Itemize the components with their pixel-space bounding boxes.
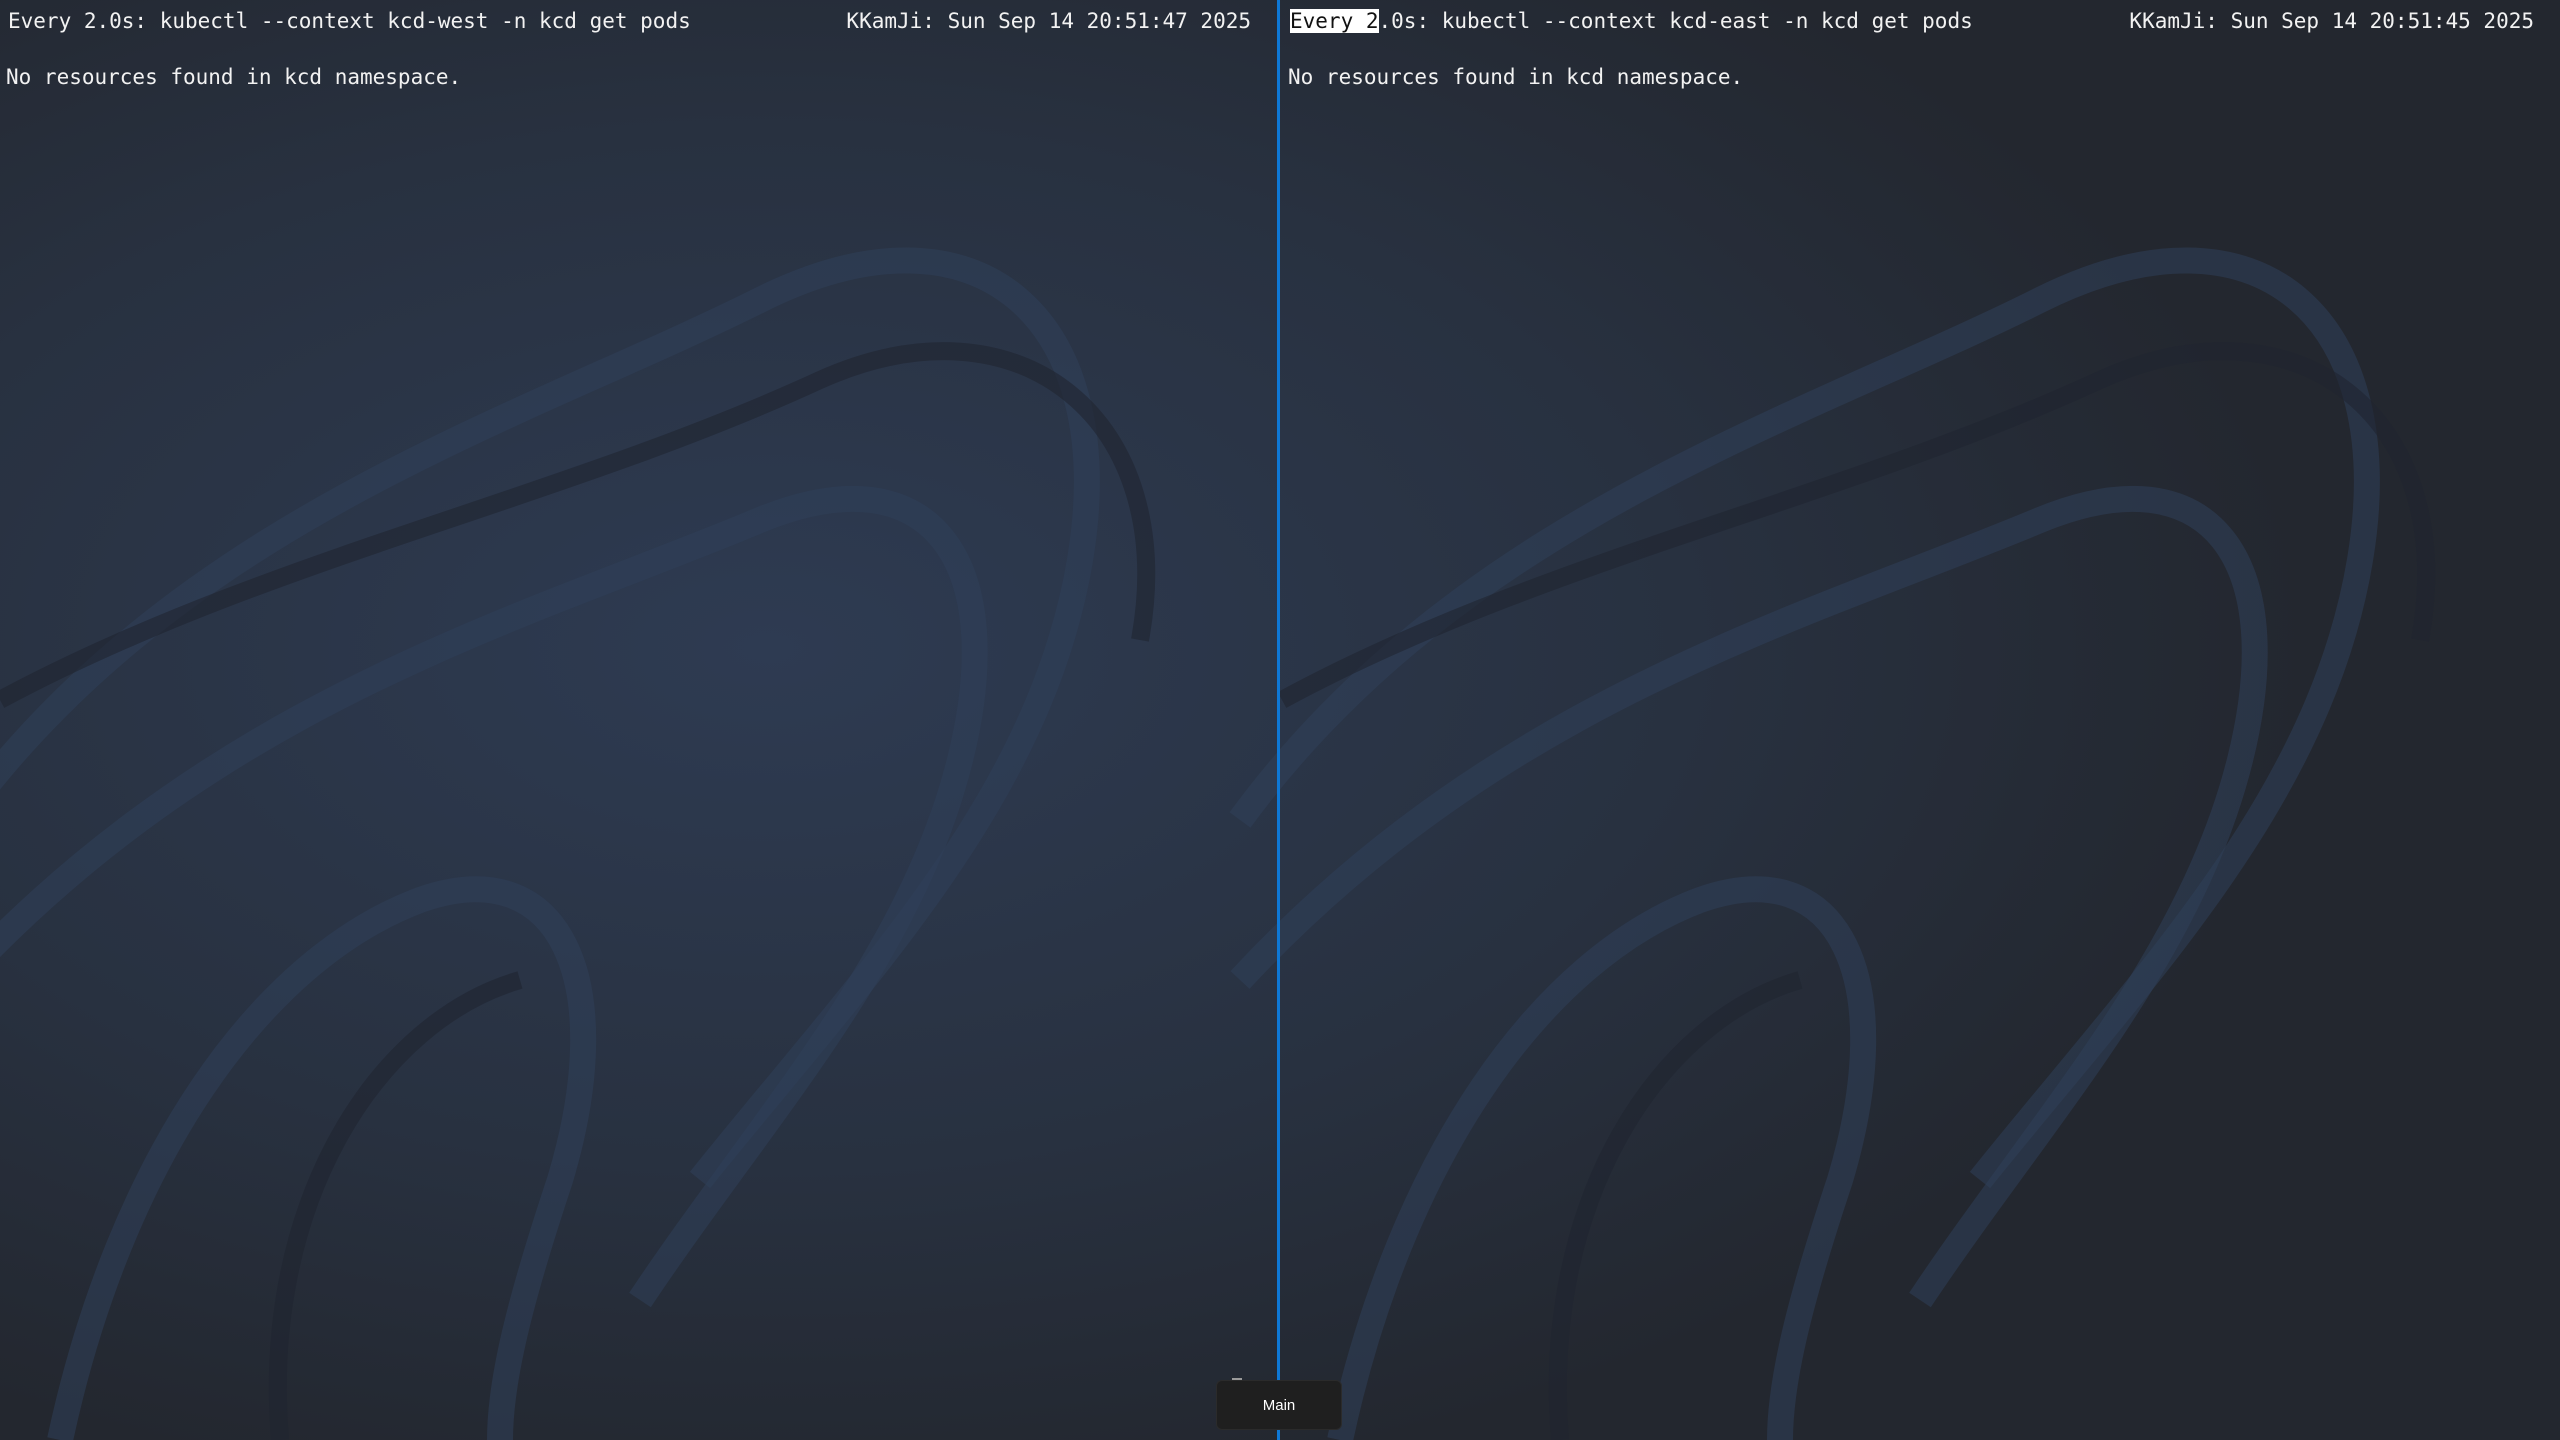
watch-command: Every 2.0s: kubectl --context kcd-east -… <box>1290 8 1973 34</box>
watch-command: Every 2.0s: kubectl --context kcd-west -… <box>8 9 691 33</box>
pane-divider[interactable] <box>1277 0 1280 1440</box>
command-output: No resources found in kcd namespace. <box>6 65 462 89</box>
watch-header: Every 2.0s: kubectl --context kcd-east -… <box>1290 8 2534 34</box>
watch-header: Every 2.0s: kubectl --context kcd-west -… <box>8 8 1251 34</box>
watch-timestamp: KKamJi: Sun Sep 14 20:51:47 2025 <box>846 9 1251 33</box>
selected-text: Every 2 <box>1290 9 1379 33</box>
command-output: No resources found in kcd namespace. <box>1288 65 1744 89</box>
desktop-screen: Every 2.0s: kubectl --context kcd-west -… <box>0 0 2560 1440</box>
tab-main[interactable]: Main <box>1216 1380 1342 1430</box>
terminal-pane-east[interactable]: Every 2.0s: kubectl --context kcd-east -… <box>1282 0 2560 1440</box>
watch-command-rest: .0s: kubectl --context kcd-east -n kcd g… <box>1378 9 1973 33</box>
terminal-pane-west[interactable]: Every 2.0s: kubectl --context kcd-west -… <box>0 0 1277 1440</box>
tab-label: Main <box>1262 1396 1296 1414</box>
watch-timestamp: KKamJi: Sun Sep 14 20:51:45 2025 <box>2129 9 2534 33</box>
